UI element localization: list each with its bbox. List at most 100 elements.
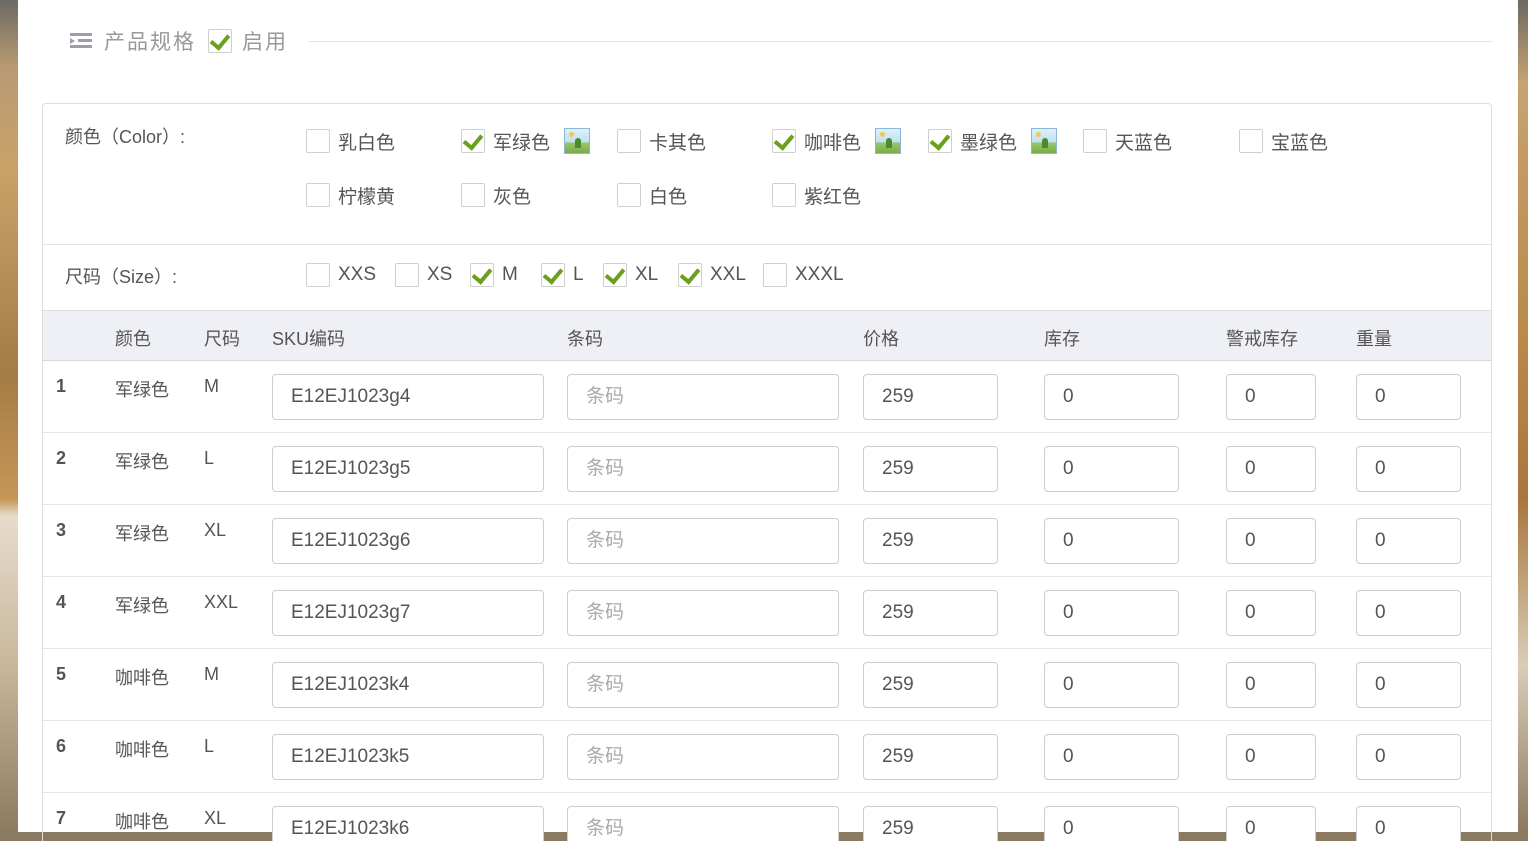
size-checkbox[interactable] <box>395 263 419 287</box>
color-checkbox[interactable] <box>306 129 330 153</box>
color-checkbox[interactable] <box>1083 129 1107 153</box>
color-checkbox[interactable] <box>461 183 485 207</box>
weight-input[interactable] <box>1356 374 1461 420</box>
size-option[interactable]: L <box>541 261 584 289</box>
weight-input[interactable] <box>1356 590 1461 636</box>
color-checkbox[interactable] <box>928 129 952 153</box>
color-option[interactable]: 白色 <box>617 181 687 209</box>
stock-input[interactable] <box>1044 518 1179 564</box>
color-option[interactable]: 咖啡色 <box>772 127 902 155</box>
row-size: L <box>204 736 215 756</box>
stock-input[interactable] <box>1044 374 1179 420</box>
weight-input[interactable] <box>1356 734 1461 780</box>
color-checkbox[interactable] <box>1239 129 1263 153</box>
barcode-input[interactable] <box>567 518 839 564</box>
color-option-label: 墨绿色 <box>960 132 1018 154</box>
barcode-input[interactable] <box>567 590 839 636</box>
alert-stock-input[interactable] <box>1226 662 1316 708</box>
row-size: L <box>204 448 215 468</box>
price-input[interactable] <box>863 662 998 708</box>
stock-input[interactable] <box>1044 590 1179 636</box>
barcode-input[interactable] <box>567 374 839 420</box>
barcode-input[interactable] <box>567 662 839 708</box>
size-checkbox[interactable] <box>470 263 494 287</box>
color-checkbox[interactable] <box>772 183 796 207</box>
stock-input[interactable] <box>1044 446 1179 492</box>
row-color: 咖啡色 <box>115 812 169 832</box>
color-option[interactable]: 宝蓝色 <box>1239 127 1328 155</box>
row-color: 军绿色 <box>115 452 169 472</box>
size-checkbox[interactable] <box>306 263 330 287</box>
barcode-input[interactable] <box>567 734 839 780</box>
barcode-input[interactable] <box>567 446 839 492</box>
image-upload-icon[interactable] <box>1031 128 1058 154</box>
size-option[interactable]: XXXL <box>763 261 844 289</box>
color-option-label: 灰色 <box>493 186 532 208</box>
color-checkbox[interactable] <box>617 183 641 207</box>
color-checkbox[interactable] <box>306 183 330 207</box>
row-index: 4 <box>56 592 67 612</box>
size-option[interactable]: XXS <box>306 261 376 289</box>
sku-input[interactable] <box>272 374 544 420</box>
weight-input[interactable] <box>1356 446 1461 492</box>
barcode-input[interactable] <box>567 806 839 841</box>
color-option[interactable]: 灰色 <box>461 181 531 209</box>
row-index: 3 <box>56 520 67 540</box>
color-option[interactable]: 墨绿色 <box>928 127 1058 155</box>
alert-stock-input[interactable] <box>1226 374 1316 420</box>
size-option[interactable]: M <box>470 261 518 289</box>
alert-stock-input[interactable] <box>1226 446 1316 492</box>
size-checkbox[interactable] <box>541 263 565 287</box>
price-input[interactable] <box>863 518 998 564</box>
size-checkbox[interactable] <box>763 263 787 287</box>
table-row: 5 咖啡色 M <box>43 649 1491 721</box>
stock-input[interactable] <box>1044 806 1179 841</box>
size-checkbox[interactable] <box>603 263 627 287</box>
price-input[interactable] <box>863 446 998 492</box>
color-options-row: 颜色（Color）: 乳白色 军绿色 卡其色 咖啡色 墨绿色 天蓝色 宝蓝色 柠檬黄 灰色 白色 紫… <box>43 104 1491 245</box>
size-option[interactable]: XL <box>603 261 658 289</box>
color-option[interactable]: 紫红色 <box>772 181 861 209</box>
sku-input[interactable] <box>272 806 544 841</box>
color-option-label: 军绿色 <box>493 132 551 154</box>
header-divider <box>308 41 1493 42</box>
size-checkbox[interactable] <box>678 263 702 287</box>
color-option[interactable]: 乳白色 <box>306 127 395 155</box>
color-option[interactable]: 卡其色 <box>617 127 706 155</box>
price-input[interactable] <box>863 374 998 420</box>
color-checkbox[interactable] <box>617 129 641 153</box>
alert-stock-input[interactable] <box>1226 806 1316 841</box>
price-input[interactable] <box>863 806 998 841</box>
sku-input[interactable] <box>272 734 544 780</box>
weight-input[interactable] <box>1356 806 1461 841</box>
weight-input[interactable] <box>1356 662 1461 708</box>
sku-input[interactable] <box>272 662 544 708</box>
color-option[interactable]: 天蓝色 <box>1083 127 1172 155</box>
color-checkbox[interactable] <box>772 129 796 153</box>
image-upload-icon[interactable] <box>564 128 591 154</box>
sku-input[interactable] <box>272 446 544 492</box>
color-option-label: 柠檬黄 <box>338 186 396 208</box>
price-input[interactable] <box>863 734 998 780</box>
alert-stock-input[interactable] <box>1226 734 1316 780</box>
color-checkbox[interactable] <box>461 129 485 153</box>
size-option-label: M <box>502 264 518 285</box>
size-option[interactable]: XXL <box>678 261 746 289</box>
alert-stock-input[interactable] <box>1226 518 1316 564</box>
size-option[interactable]: XS <box>395 261 452 289</box>
image-upload-icon[interactable] <box>875 128 902 154</box>
price-input[interactable] <box>863 590 998 636</box>
stock-input[interactable] <box>1044 662 1179 708</box>
alert-stock-input[interactable] <box>1226 590 1316 636</box>
size-option-label: L <box>573 264 584 285</box>
sku-input[interactable] <box>272 590 544 636</box>
size-option-label: XXL <box>710 264 746 285</box>
color-option[interactable]: 柠檬黄 <box>306 181 395 209</box>
table-row: 3 军绿色 XL <box>43 505 1491 577</box>
enable-checkbox[interactable] <box>208 29 232 53</box>
color-option[interactable]: 军绿色 <box>461 127 591 155</box>
stock-input[interactable] <box>1044 734 1179 780</box>
sku-input[interactable] <box>272 518 544 564</box>
row-size: XXL <box>204 592 239 612</box>
weight-input[interactable] <box>1356 518 1461 564</box>
